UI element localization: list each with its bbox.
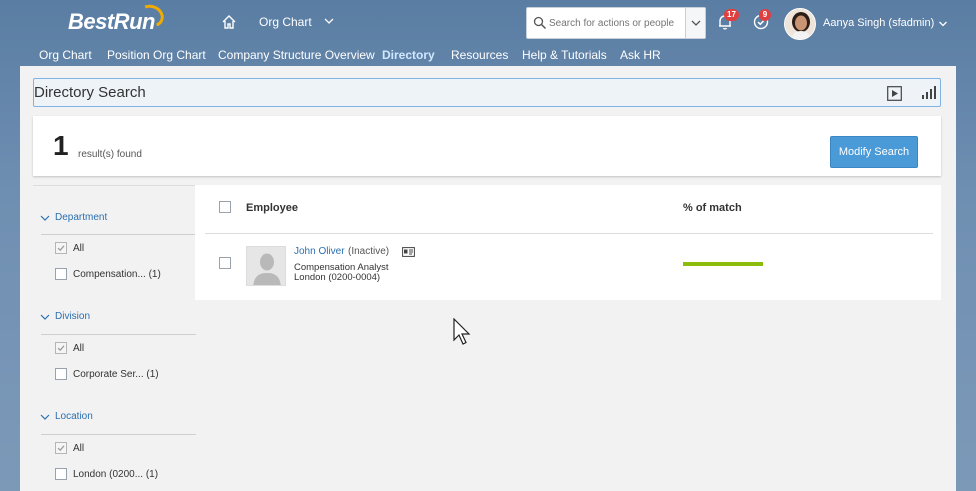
nav-item-company-structure-overview[interactable]: Company Structure Overview [218, 48, 375, 62]
user-name[interactable]: Aanya Singh (sfadmin) [823, 17, 934, 29]
checkbox[interactable] [55, 342, 67, 354]
checkbox[interactable] [55, 242, 67, 254]
nav-item-position-org-chart[interactable]: Position Org Chart [107, 48, 206, 62]
checkmark-icon [57, 445, 65, 452]
nav-item-directory[interactable]: Directory [382, 48, 435, 62]
results-count: 1 [53, 130, 69, 161]
checkbox[interactable] [55, 368, 67, 380]
results-table: Employee % of match John Oliver (Inactiv… [195, 185, 941, 300]
option-label: London (0200... (1) [73, 469, 159, 480]
page-title: Directory Search [34, 84, 146, 101]
search-scope-dropdown[interactable] [685, 8, 705, 38]
employee-photo-placeholder[interactable] [246, 246, 286, 286]
modify-search-button[interactable]: Modify Search [830, 136, 918, 168]
checkbox[interactable] [55, 442, 67, 454]
divider [41, 434, 196, 435]
employee-status: (Inactive) [348, 246, 390, 257]
company-logo[interactable]: BestRun [68, 1, 167, 35]
app-title[interactable]: Org Chart [259, 15, 312, 29]
notification-count-badge: 17 [724, 9, 739, 21]
top-navigation: Org Chart Position Org Chart Company Str… [0, 44, 976, 66]
global-search[interactable] [526, 7, 706, 39]
user-photo [785, 9, 815, 39]
person-silhouette-icon [247, 247, 285, 285]
facet-label: Department [55, 212, 108, 223]
option-label: All [73, 243, 85, 254]
todo-count-badge: 9 [759, 9, 771, 21]
chevron-down-icon [40, 314, 50, 320]
business-card-icon[interactable] [402, 247, 415, 257]
chevron-down-icon [691, 20, 701, 26]
results-summary: 1 result(s) found Modify Search [33, 116, 941, 176]
option-label: Compensation... (1) [73, 269, 161, 280]
chevron-down-icon[interactable] [323, 15, 335, 27]
facet-label: Location [55, 411, 93, 422]
chevron-down-icon[interactable] [938, 19, 948, 29]
avatar[interactable] [784, 8, 816, 40]
divider [41, 334, 196, 335]
play-icon[interactable] [887, 86, 902, 101]
column-header-employee[interactable]: Employee [246, 202, 298, 214]
divider [205, 233, 933, 234]
chevron-down-icon [40, 215, 50, 221]
select-all-checkbox[interactable] [219, 201, 231, 213]
option-label: Corporate Ser... (1) [73, 369, 159, 380]
checkbox[interactable] [55, 468, 67, 480]
bar-chart-icon[interactable] [921, 85, 936, 100]
nav-item-org-chart[interactable]: Org Chart [39, 48, 92, 62]
filter-panel: Department All Compensation... (1) Divis… [33, 185, 196, 491]
option-label: All [73, 443, 85, 454]
nav-item-help-tutorials[interactable]: Help & Tutorials [522, 48, 607, 62]
search-input[interactable] [549, 14, 687, 32]
page-header: Directory Search [33, 78, 941, 107]
nav-item-resources[interactable]: Resources [451, 48, 508, 62]
divider [41, 234, 196, 235]
checkbox[interactable] [55, 268, 67, 280]
checkmark-icon [57, 245, 65, 252]
facet-label: Division [55, 311, 91, 322]
search-icon [533, 16, 547, 30]
row-checkbox[interactable] [219, 257, 231, 269]
shell-bar: BestRun Org Chart 17 9 [0, 0, 976, 44]
mouse-cursor-icon [453, 318, 471, 345]
main-content: Directory Search 1 result(s) found Modif… [20, 66, 956, 491]
match-progress-fill [683, 262, 763, 266]
match-progress-bar [683, 262, 763, 266]
nav-item-ask-hr[interactable]: Ask HR [620, 48, 661, 62]
home-icon[interactable] [221, 14, 237, 30]
checkmark-icon [57, 345, 65, 352]
results-label: result(s) found [78, 149, 142, 160]
employee-name-link[interactable]: John Oliver [294, 246, 345, 257]
column-header-match[interactable]: % of match [683, 202, 742, 214]
employee-location: London (0200-0004) [294, 272, 381, 283]
option-label: All [73, 343, 85, 354]
chevron-down-icon [40, 414, 50, 420]
